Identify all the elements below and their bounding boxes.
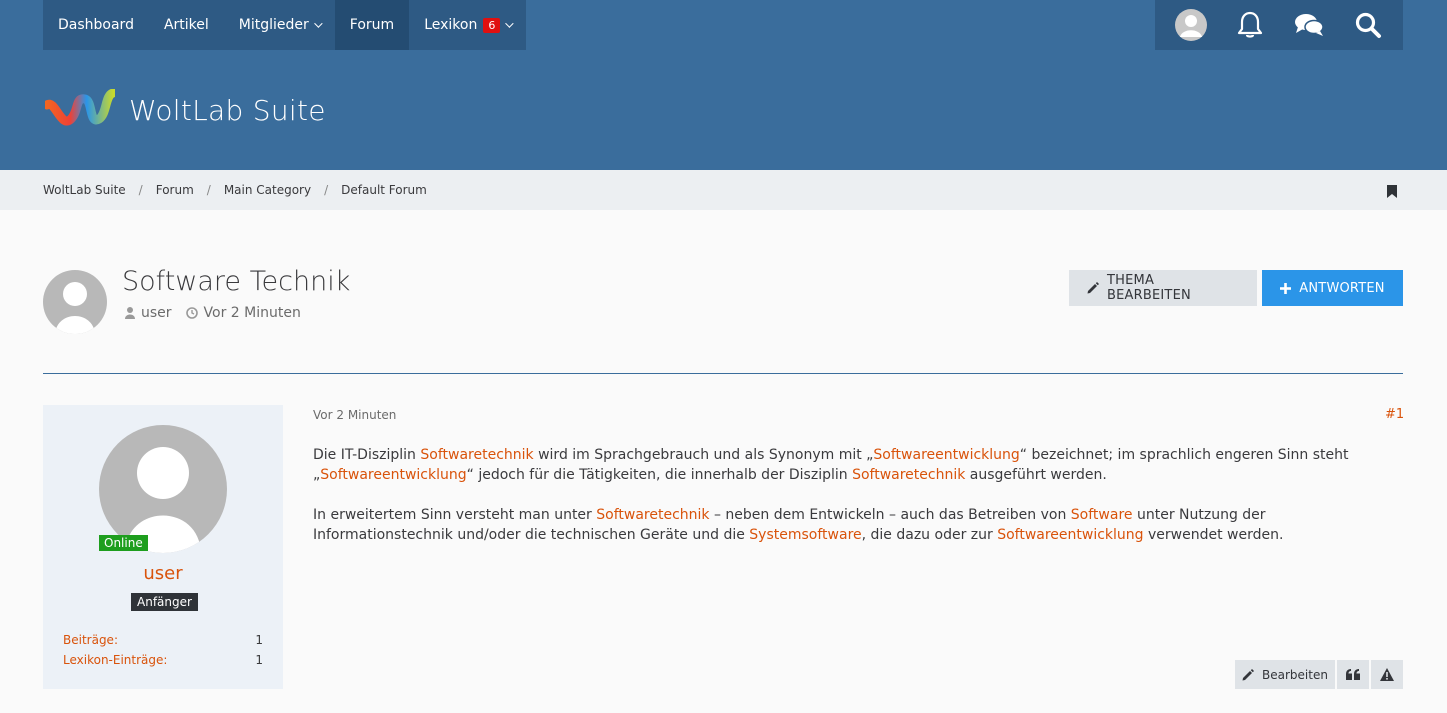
post-paragraph: Die IT-Disziplin Softwaretechnik wird im… xyxy=(313,445,1403,485)
woltlab-logo-icon xyxy=(45,89,115,126)
breadcrumb-separator: / xyxy=(138,183,143,197)
post-paragraph: In erweitertem Sinn versteht man unter S… xyxy=(313,505,1403,545)
user-avatar-button[interactable] xyxy=(1171,5,1211,45)
top-navigation-inner: Dashboard Artikel Mitglieder Forum Lexik… xyxy=(43,0,1403,50)
edit-thread-button[interactable]: THEMA BEARBEITEN xyxy=(1069,270,1257,306)
main-menu: Dashboard Artikel Mitglieder Forum Lexik… xyxy=(43,0,527,50)
text: In erweitertem Sinn versteht man unter xyxy=(313,507,597,523)
avatar-icon xyxy=(55,282,95,334)
text: wird im Sprachgebrauch und als Synonym m… xyxy=(533,447,874,463)
user-rank-badge: Anfänger xyxy=(131,593,198,611)
title-divider xyxy=(43,373,1403,374)
conversations-button[interactable] xyxy=(1289,5,1329,45)
text: verwendet werden. xyxy=(1143,527,1284,543)
plus-icon xyxy=(1280,282,1292,294)
notification-badge: 6 xyxy=(483,17,501,33)
breadcrumb-item-main-category[interactable]: Main Category xyxy=(224,183,311,197)
text: ausgeführt werden. xyxy=(965,467,1107,483)
nav-item-label: Mitglieder xyxy=(238,17,309,33)
quote-button[interactable] xyxy=(1337,660,1369,689)
wiki-link[interactable]: Softwaretechnik xyxy=(852,467,965,483)
bell-icon xyxy=(1237,11,1262,38)
post-message: Die IT-Disziplin Softwaretechnik wird im… xyxy=(313,445,1403,565)
breadcrumb: WoltLab Suite / Forum / Main Category / … xyxy=(43,170,427,210)
post-author-avatar[interactable] xyxy=(99,425,227,553)
stat-label-posts[interactable]: Beiträge: xyxy=(63,632,118,652)
edit-thread-label: THEMA BEARBEITEN xyxy=(1107,273,1191,303)
breadcrumb-separator: / xyxy=(206,183,211,197)
author-stats: Beiträge: 1 Lexikon-Einträge: 1 xyxy=(63,632,263,672)
post-number-link[interactable]: #1 xyxy=(1385,407,1404,422)
pencil-icon xyxy=(1242,668,1255,680)
post-actions: Bearbeiten xyxy=(1235,660,1403,689)
nav-item-label: Artikel xyxy=(163,17,209,33)
user-icon xyxy=(125,307,135,319)
bookmark-button[interactable] xyxy=(1387,183,1397,202)
chevron-down-icon xyxy=(313,19,323,28)
chat-icon xyxy=(1294,14,1324,36)
wiki-link[interactable]: Softwareentwicklung xyxy=(873,447,1019,463)
site-title: WoltLab Suite xyxy=(129,93,326,127)
wiki-link[interactable]: Softwareentwicklung xyxy=(320,467,466,483)
nav-item-label: Dashboard xyxy=(58,17,134,33)
breadcrumb-item-woltlab-suite[interactable]: WoltLab Suite xyxy=(43,183,126,197)
site-logo[interactable]: WoltLab Suite xyxy=(45,89,326,131)
nav-item-dashboard[interactable]: Dashboard xyxy=(43,0,149,50)
warning-icon xyxy=(1380,668,1394,681)
stat-row: Lexikon-Einträge: 1 xyxy=(63,652,263,672)
top-navigation: Dashboard Artikel Mitglieder Forum Lexik… xyxy=(0,0,1447,50)
search-button[interactable] xyxy=(1348,5,1388,45)
wiki-link[interactable]: Systemsoftware xyxy=(749,527,861,543)
edit-post-label: Bearbeiten xyxy=(1262,667,1328,682)
report-button[interactable] xyxy=(1371,660,1403,689)
reply-button[interactable]: ANTWORTEN xyxy=(1262,270,1403,306)
breadcrumb-item-forum[interactable]: Forum xyxy=(156,183,194,197)
page-title: Software Technik xyxy=(122,266,351,297)
pencil-icon xyxy=(1087,282,1099,294)
post-time[interactable]: Vor 2 Minuten xyxy=(313,408,396,422)
wiki-link[interactable]: Software xyxy=(1071,507,1133,523)
page-header: WoltLab Suite xyxy=(0,50,1447,170)
nav-item-mitglieder[interactable]: Mitglieder xyxy=(224,0,335,50)
text: – neben dem Entwickeln – auch das Betrei… xyxy=(709,507,1071,523)
clock-icon xyxy=(185,307,198,319)
wiki-link[interactable]: Softwaretechnik xyxy=(420,447,533,463)
nav-item-label: Forum xyxy=(349,17,395,33)
stat-value-posts: 1 xyxy=(255,633,263,647)
chevron-down-icon xyxy=(505,19,515,28)
wiki-link[interactable]: Softwaretechnik xyxy=(596,507,709,523)
breadcrumb-item-default-forum[interactable]: Default Forum xyxy=(341,183,427,197)
breadcrumb-separator: / xyxy=(324,183,329,197)
avatar-icon xyxy=(1174,9,1207,41)
quote-icon xyxy=(1346,669,1360,680)
edit-post-button[interactable]: Bearbeiten xyxy=(1235,660,1335,689)
text: , die dazu oder zur xyxy=(861,527,998,543)
avatar-icon xyxy=(125,447,201,553)
thread-meta: user Vor 2 Minuten xyxy=(125,305,315,321)
nav-item-forum[interactable]: Forum xyxy=(334,0,410,50)
thread-author[interactable]: user xyxy=(125,305,172,321)
stat-label-lexikon[interactable]: Lexikon-Einträge: xyxy=(63,652,167,672)
nav-item-label: Lexikon xyxy=(424,17,478,33)
search-icon xyxy=(1355,12,1381,38)
text: “ jedoch für die Tätigkeiten, die innerh… xyxy=(466,467,853,483)
nav-item-artikel[interactable]: Artikel xyxy=(149,0,224,50)
text: Die IT-Disziplin xyxy=(313,447,421,463)
notifications-button[interactable] xyxy=(1230,5,1270,45)
breadcrumb-bar: WoltLab Suite / Forum / Main Category / … xyxy=(0,170,1447,210)
thread-author-name: user xyxy=(141,305,172,321)
bookmark-icon xyxy=(1387,185,1397,198)
reply-label: ANTWORTEN xyxy=(1299,280,1385,296)
post-author-sidebar: Online user Anfänger Beiträge: 1 Lexikon… xyxy=(43,405,283,689)
stat-row: Beiträge: 1 xyxy=(63,632,263,652)
stat-value-lexikon: 1 xyxy=(255,653,263,667)
thread-time[interactable]: Vor 2 Minuten xyxy=(185,305,301,321)
wiki-link[interactable]: Softwareentwicklung xyxy=(997,527,1143,543)
thread-author-avatar[interactable] xyxy=(43,270,107,334)
user-menu xyxy=(1155,0,1403,50)
nav-item-lexikon[interactable]: Lexikon 6 xyxy=(409,0,526,50)
online-badge: Online xyxy=(99,535,148,551)
post-author-name[interactable]: user xyxy=(43,563,283,584)
thread-time-text: Vor 2 Minuten xyxy=(203,305,301,321)
